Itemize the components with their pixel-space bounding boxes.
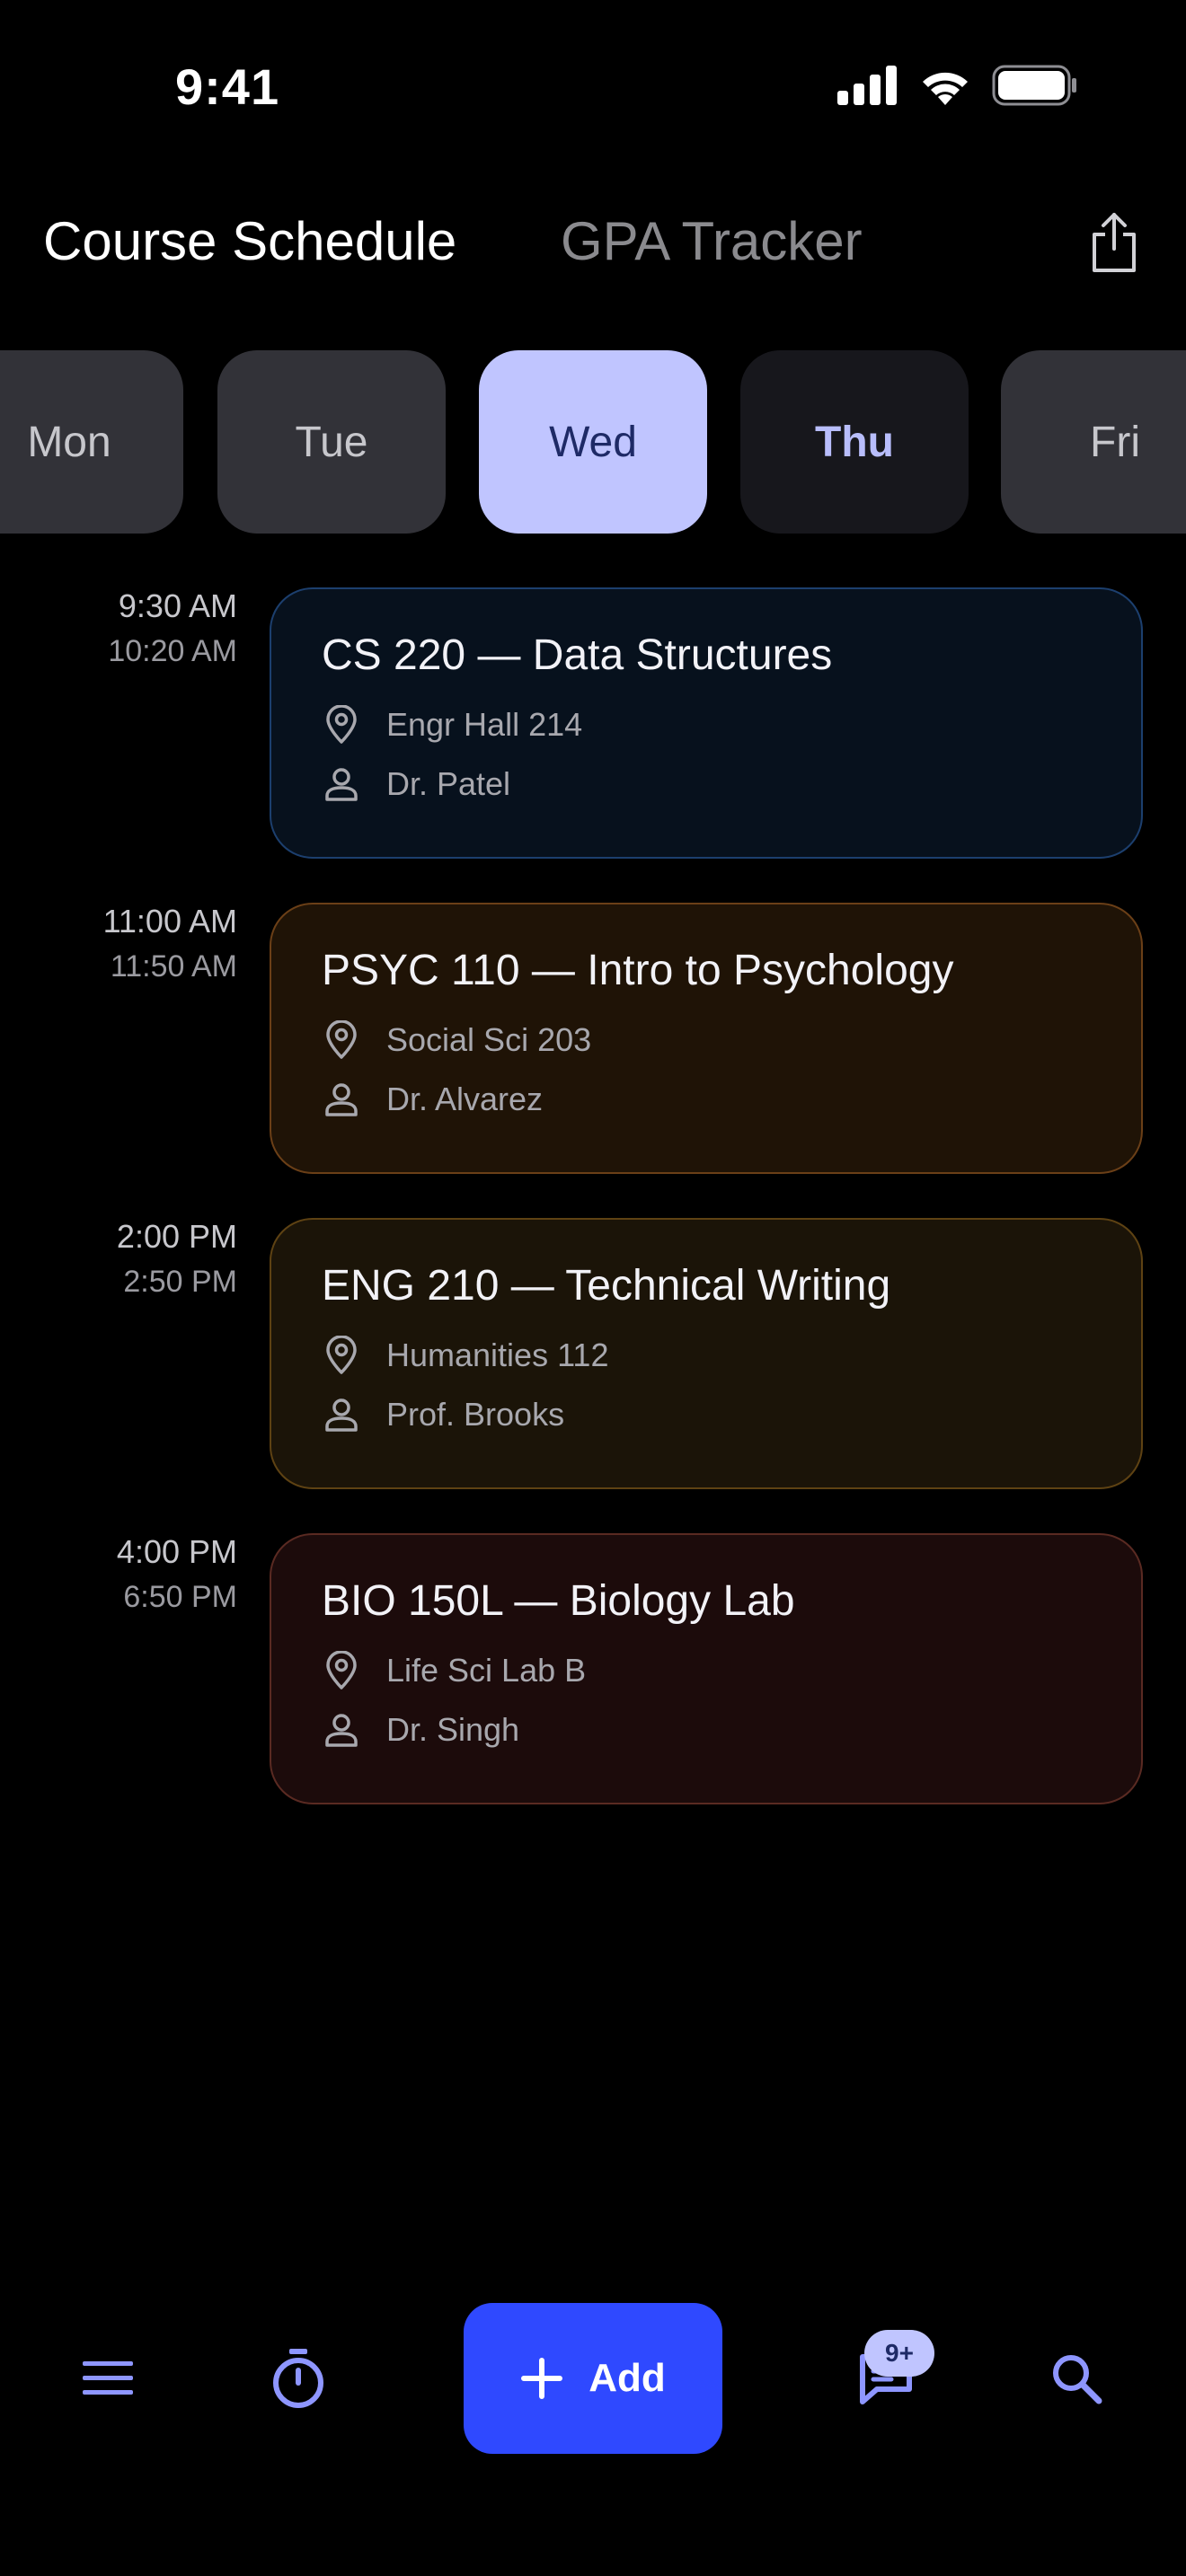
add-button-label: Add [589,2356,666,2400]
day-label: Thu [815,418,894,466]
class-end-time: 2:50 PM [123,1265,237,1299]
class-location-row: Social Sci 203 [322,1020,1091,1060]
plus-icon [521,2358,563,2399]
share-button[interactable] [1078,207,1150,278]
menu-button[interactable] [72,2342,144,2414]
class-card[interactable]: BIO 150L — Biology Lab Life Sci Lab B Dr… [270,1533,1143,1804]
class-instructor-row: Dr. Patel [322,764,1091,804]
class-instructor: Prof. Brooks [386,1396,565,1433]
day-wed[interactable]: Wed [479,350,707,534]
day-mon[interactable]: Mon [0,350,183,534]
class-location: Social Sci 203 [386,1021,592,1058]
day-picker: Mon Tue Wed Thu Fri [0,350,1186,534]
class-end-time: 10:20 AM [108,634,237,668]
class-start-time: 9:30 AM [118,587,237,624]
person-icon [322,764,361,804]
class-start-time: 4:00 PM [116,1533,237,1570]
messages-badge: 9+ [864,2330,934,2377]
location-pin-icon [322,1336,361,1375]
class-title: BIO 150L — Biology Lab [322,1577,795,1625]
class-location: Engr Hall 214 [386,706,583,743]
bottom-toolbar: Add 9+ [0,2301,1186,2454]
status-icons [837,65,1078,106]
class-card[interactable]: CS 220 — Data Structures Engr Hall 214 D… [270,587,1143,859]
status-bar: 9:41 [0,0,1186,180]
day-label: Wed [549,418,637,466]
tab-gpa-tracker[interactable]: GPA Tracker [561,210,863,272]
class-slot: 2:00 PM 2:50 PM ENG 210 — Technical Writ… [0,1218,1186,1489]
class-instructor-row: Dr. Singh [322,1710,1091,1750]
search-icon [1053,2355,1102,2404]
class-instructor-row: Dr. Alvarez [322,1080,1091,1119]
class-slot: 9:30 AM 10:20 AM CS 220 — Data Structure… [0,587,1186,859]
class-end-time: 11:50 AM [110,949,237,984]
person-icon [322,1080,361,1119]
cellular-signal-icon [837,66,897,105]
header: Course Schedule GPA Tracker [0,198,1186,287]
class-instructor-row: Prof. Brooks [322,1395,1091,1434]
menu-icon [83,2361,133,2395]
day-tue[interactable]: Tue [217,350,446,534]
location-pin-icon [322,1651,361,1690]
class-title: CS 220 — Data Structures [322,631,833,679]
search-button[interactable] [1040,2342,1112,2414]
day-label: Fri [1090,418,1140,466]
class-instructor: Dr. Singh [386,1711,520,1748]
status-time: 9:41 [175,58,280,115]
day-label: Mon [27,418,111,466]
person-icon [322,1710,361,1750]
class-slot: 11:00 AM 11:50 AM PSYC 110 — Intro to Ps… [0,903,1186,1174]
battery-icon [992,65,1076,106]
class-end-time: 6:50 PM [123,1580,237,1614]
location-pin-icon [322,1020,361,1060]
day-fri[interactable]: Fri [1001,350,1186,534]
share-icon [1093,213,1136,272]
person-icon [322,1395,361,1434]
class-title: ENG 210 — Technical Writing [322,1262,891,1310]
class-instructor: Dr. Alvarez [386,1081,544,1117]
timer-icon [273,2349,323,2408]
class-location: Humanities 112 [386,1337,609,1373]
location-pin-icon [322,705,361,745]
class-location-row: Humanities 112 [322,1336,1091,1375]
class-title: PSYC 110 — Intro to Psychology [322,947,954,994]
day-label: Tue [295,418,368,466]
wifi-icon [923,72,968,105]
class-card[interactable]: PSYC 110 — Intro to Psychology Social Sc… [270,903,1143,1174]
day-thu[interactable]: Thu [740,350,969,534]
class-instructor: Dr. Patel [386,765,511,802]
class-location-row: Life Sci Lab B [322,1651,1091,1690]
class-start-time: 2:00 PM [116,1218,237,1255]
add-button[interactable]: Add [464,2303,722,2454]
class-location-row: Engr Hall 214 [322,705,1091,745]
class-slot: 4:00 PM 6:50 PM BIO 150L — Biology Lab L… [0,1533,1186,1804]
class-start-time: 11:00 AM [102,903,237,940]
class-location: Life Sci Lab B [386,1652,587,1689]
timer-button[interactable] [262,2342,334,2414]
tab-course-schedule[interactable]: Course Schedule [43,210,456,272]
class-card[interactable]: ENG 210 — Technical Writing Humanities 1… [270,1218,1143,1489]
